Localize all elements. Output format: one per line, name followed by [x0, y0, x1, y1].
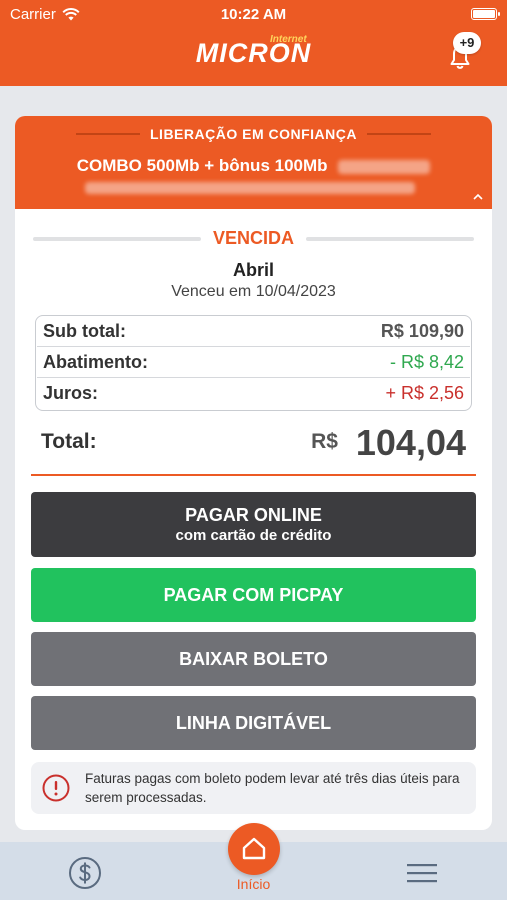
divider [76, 133, 140, 135]
notice-text: Faturas pagas com boleto podem levar até… [85, 771, 460, 805]
interest-value: + R$ 2,56 [385, 383, 464, 403]
amount-breakdown: Sub total: R$ 109,90 Abatimento: - R$ 8,… [35, 315, 472, 411]
subtotal-label: Sub total: [43, 320, 126, 341]
app-header: Carrier 10:22 AM MICRON Internet +9 [0, 0, 507, 86]
invoice-status-row: VENCIDA [15, 228, 492, 249]
pay-online-sublabel: com cartão de crédito [175, 527, 332, 544]
due-date-text: Venceu em 10/04/2023 [171, 283, 336, 300]
pay-online-label: PAGAR ONLINE [185, 505, 322, 525]
divider [32, 236, 201, 241]
total-label: Total: [41, 430, 97, 453]
alert-icon [42, 774, 70, 802]
pay-online-button[interactable]: PAGAR ONLINE com cartão de crédito [31, 492, 476, 557]
home-tab-button[interactable] [228, 823, 280, 875]
interest-label: Juros: [43, 383, 99, 403]
redacted-code [338, 159, 431, 174]
divider [31, 474, 476, 476]
invoice-status: VENCIDA [212, 228, 294, 248]
total-amount: 104,04 [355, 422, 466, 463]
home-tab-label[interactable]: Início [0, 876, 507, 892]
breakdown-row-subtotal: Sub total: R$ 109,90 [37, 316, 470, 347]
battery-icon [471, 8, 500, 20]
discount-label: Abatimento: [43, 351, 148, 372]
breakdown-row-interest: Juros: + R$ 2,56 [37, 378, 470, 409]
invoice-month: Abril [232, 260, 274, 280]
clock: 10:22 AM [220, 6, 287, 23]
notification-badge[interactable]: +9 [453, 32, 481, 54]
brand-subtitle: Internet [270, 34, 307, 45]
status-bar: Carrier 10:22 AM [0, 0, 507, 28]
breakdown-row-discount: Abatimento: - R$ 8,42 [37, 347, 470, 378]
digital-line-button[interactable]: LINHA DIGITÁVEL [31, 696, 476, 750]
chevron-up-icon[interactable] [472, 191, 484, 203]
download-boleto-button[interactable]: BAIXAR BOLETO [31, 632, 476, 686]
plan-name: COMBO 500Mb + bônus 100Mb [76, 156, 328, 175]
total-row: Total: R$ 104,04 [41, 422, 466, 466]
invoice-card: LIBERAÇÃO EM CONFIANÇA COMBO 500Mb + bôn… [15, 116, 492, 830]
total-currency: R$ [311, 430, 338, 453]
plan-label-row: LIBERAÇÃO EM CONFIANÇA [15, 126, 492, 142]
divider [306, 236, 474, 241]
brand-logo: MICRON Internet [0, 34, 507, 69]
subtotal-value: R$ 109,90 [380, 320, 464, 341]
plan-banner[interactable]: LIBERAÇÃO EM CONFIANÇA COMBO 500Mb + bôn… [15, 116, 492, 209]
boleto-notice: Faturas pagas com boleto podem levar até… [31, 762, 476, 814]
plan-name-row: COMBO 500Mb + bônus 100Mb [15, 156, 492, 176]
discount-value: - R$ 8,42 [389, 351, 464, 372]
divider [367, 133, 431, 135]
plan-label: LIBERAÇÃO EM CONFIANÇA [150, 126, 357, 142]
home-icon [242, 837, 266, 860]
pay-picpay-button[interactable]: PAGAR COM PICPAY [31, 568, 476, 622]
redacted-address [85, 182, 415, 194]
